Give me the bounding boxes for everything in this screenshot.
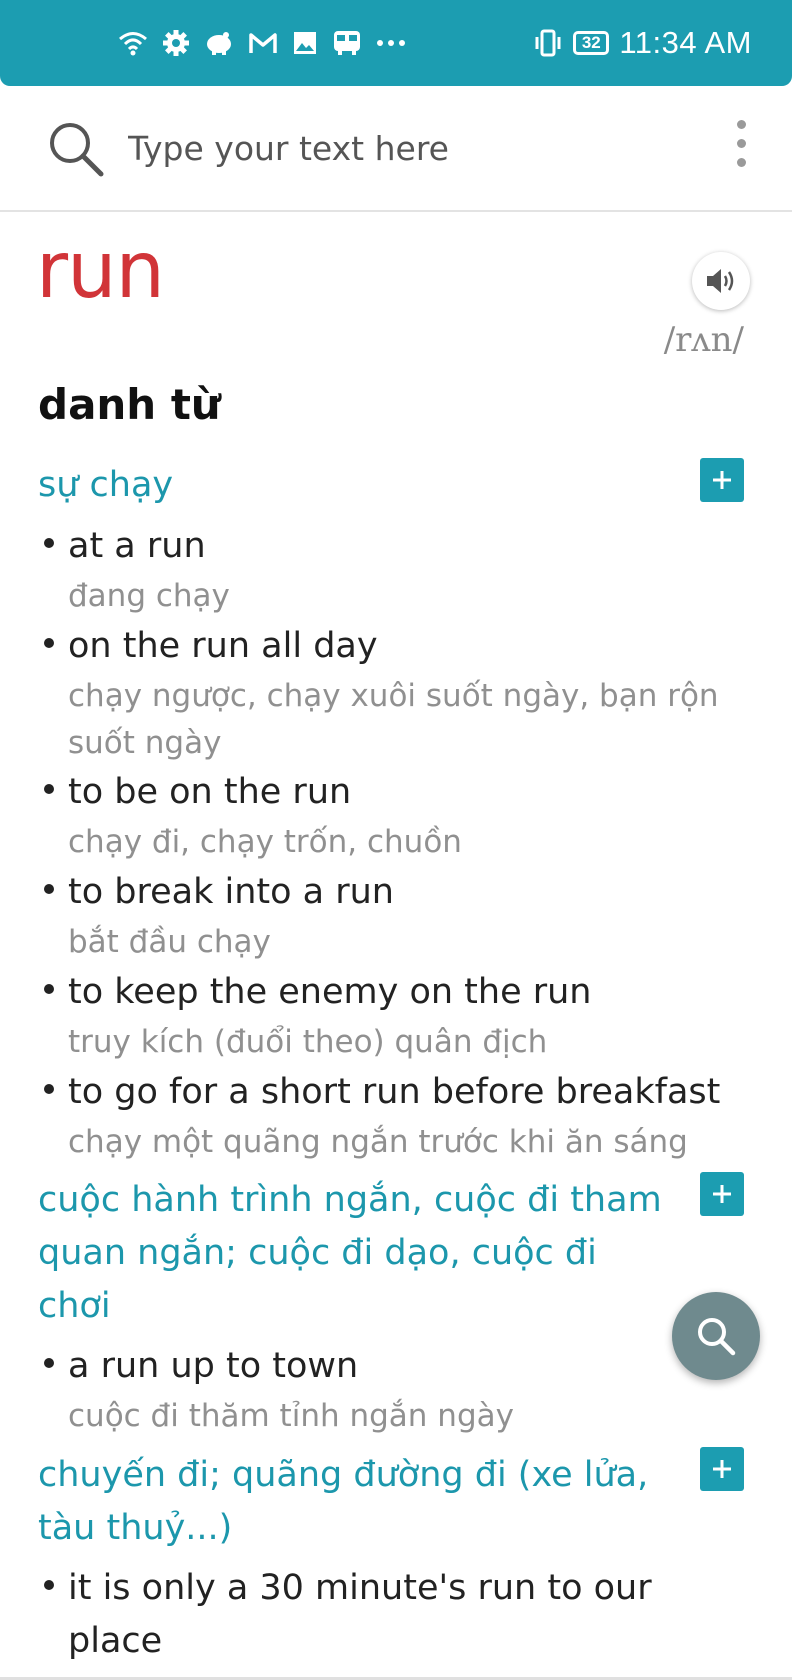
status-right: 32 11:34 AM (533, 22, 752, 64)
bullet-icon (44, 984, 54, 994)
search-bar (0, 86, 792, 212)
example-translation: truy kích (đuổi theo) quân địch (68, 1024, 548, 1060)
speaker-icon (707, 269, 734, 293)
plus-icon (713, 471, 731, 489)
bullet-icon (44, 1084, 54, 1094)
example-english: to be on the run (68, 772, 352, 812)
example-english: at a run (68, 526, 206, 566)
plus-icon (713, 1185, 731, 1203)
sense-title: sự chạy (38, 465, 174, 505)
example-translation: chạy một quãng ngắn trước khi ăn sáng (68, 1124, 688, 1160)
example-english: to break into a run (68, 872, 394, 912)
example-translation: đang chạy (68, 578, 230, 614)
add-sense-button[interactable] (700, 1172, 744, 1216)
plus-icon (713, 1460, 731, 1478)
bullet-icon (44, 638, 54, 648)
more-dots-icon (377, 40, 405, 46)
bullet-icon (44, 538, 54, 548)
example-english: to go for a short run before breakfast (68, 1072, 721, 1112)
pronunciation-button[interactable] (692, 252, 750, 310)
example-item: to be on the run chạy đi, chạy trốn, chu… (42, 766, 752, 866)
example-translation: chạy đi, chạy trốn, chuồn (68, 824, 462, 860)
overflow-menu-icon[interactable] (730, 120, 752, 176)
example-translation: bắt đầu chạy (68, 924, 271, 960)
status-bar: 32 11:34 AM (0, 0, 792, 86)
example-item: it is only a 30 minute's run to our plac… (42, 1562, 752, 1668)
settings-icon (163, 30, 189, 56)
sense-title: chuyến đi; quãng đường đi (xe lửa, tàu t… (38, 1455, 649, 1548)
example-english: a run up to town (68, 1346, 359, 1386)
example-item: to go for a short run before breakfast c… (42, 1066, 752, 1166)
floating-search-button[interactable] (672, 1292, 760, 1380)
bullet-icon (44, 784, 54, 794)
sense-title: cuộc hành trình ngắn, cuộc đi tham quan … (38, 1180, 662, 1326)
bullet-icon (44, 1358, 54, 1368)
example-item: at a run đang chạy (42, 520, 752, 620)
search-input[interactable] (126, 112, 690, 184)
example-english: to keep the enemy on the run (68, 972, 592, 1012)
piggy-bank-icon (207, 32, 231, 55)
headword: run (36, 226, 165, 316)
bullet-icon (44, 884, 54, 894)
gmail-icon (249, 33, 277, 53)
bullet-icon (44, 1580, 54, 1590)
bus-icon (334, 31, 360, 55)
example-translation: cuộc đi thăm tỉnh ngắn ngày (68, 1398, 514, 1434)
vibrate-icon (535, 29, 561, 57)
gallery-icon (294, 32, 316, 54)
part-of-speech: danh từ (38, 380, 221, 429)
search-icon[interactable] (46, 119, 106, 179)
example-english: on the run all day (68, 626, 378, 666)
search-icon (698, 1318, 736, 1356)
add-sense-button[interactable] (700, 458, 744, 502)
example-english: it is only a 30 minute's run to our plac… (68, 1568, 652, 1661)
status-icons (118, 24, 406, 62)
example-item: on the run all day chạy ngược, chạy xuôi… (42, 620, 752, 767)
example-item: a run up to town cuộc đi thăm tỉnh ngắn … (42, 1340, 752, 1440)
phonetic-transcription: /rʌn/ (663, 320, 744, 360)
battery-icon: 32 (573, 31, 610, 55)
example-translation: chạy ngược, chạy xuôi suốt ngày, bạn rộn… (68, 678, 719, 761)
status-time: 11:34 AM (619, 25, 752, 60)
example-item: to break into a run bắt đầu chạy (42, 866, 752, 966)
add-sense-button[interactable] (700, 1447, 744, 1491)
wifi-icon (119, 32, 147, 56)
example-item: to keep the enemy on the run truy kích (… (42, 966, 752, 1066)
